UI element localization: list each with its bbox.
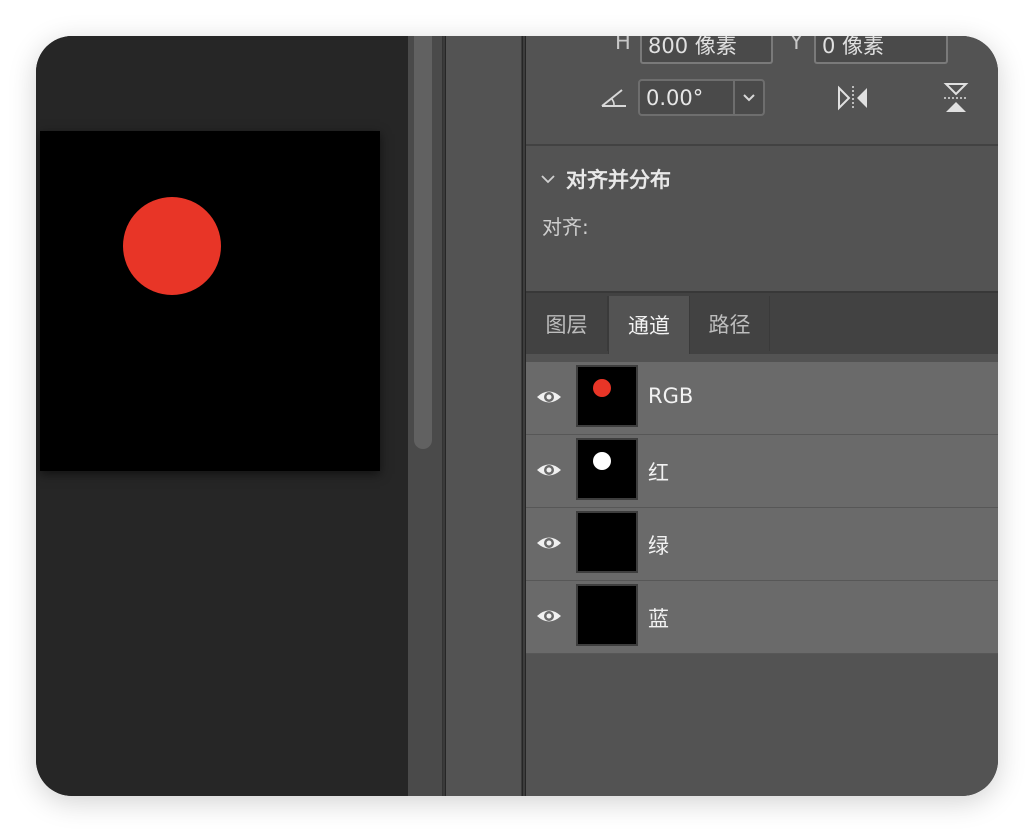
channel-row-red[interactable]: 红 xyxy=(526,435,998,508)
channel-row-green[interactable]: 绿 xyxy=(526,508,998,581)
red-circle-shape[interactable] xyxy=(123,197,221,295)
channel-name: 红 xyxy=(648,461,669,485)
document-canvas-area[interactable] xyxy=(36,36,408,796)
section-divider xyxy=(526,144,998,146)
flip-horizontal-icon[interactable] xyxy=(836,84,870,116)
scrollbar-thumb[interactable] xyxy=(414,36,432,449)
canvas-scrollbar[interactable] xyxy=(408,36,443,796)
panel-tabs: 图层 通道 路径 xyxy=(526,291,998,354)
channel-name: 绿 xyxy=(648,534,669,558)
channel-thumbnail xyxy=(576,438,638,500)
tab-layers[interactable]: 图层 xyxy=(526,296,608,351)
rotation-angle-dropdown[interactable]: 0.00° xyxy=(638,79,765,116)
panel-dock-column xyxy=(446,36,522,796)
y-label: Y xyxy=(790,36,803,54)
channel-row-rgb[interactable]: RGB xyxy=(526,362,998,435)
eye-icon[interactable] xyxy=(536,605,562,627)
height-label: H xyxy=(615,36,631,54)
eye-icon[interactable] xyxy=(536,459,562,481)
app-window: H 800 像素 Y 0 像素 0.00° 对齐并分布 对齐: 图层 通道 路径… xyxy=(36,36,998,796)
align-distribute-header[interactable]: 对齐并分布 xyxy=(540,164,671,194)
channel-thumbnail xyxy=(576,584,638,646)
y-field[interactable]: 0 像素 xyxy=(814,36,948,64)
height-field[interactable]: 800 像素 xyxy=(640,36,773,64)
panel-divider xyxy=(523,36,525,796)
tab-paths[interactable]: 路径 xyxy=(690,296,770,351)
properties-panel: H 800 像素 Y 0 像素 0.00° 对齐并分布 对齐: 图层 通道 路径… xyxy=(526,36,998,796)
flip-vertical-icon[interactable] xyxy=(942,81,970,119)
document-canvas[interactable] xyxy=(40,131,380,471)
channel-row-blue[interactable]: 蓝 xyxy=(526,581,998,654)
thumbnail-dot xyxy=(593,379,611,397)
channel-name: RGB xyxy=(648,384,694,408)
channel-name: 蓝 xyxy=(648,607,669,631)
align-distribute-title: 对齐并分布 xyxy=(566,168,671,192)
chevron-down-icon[interactable] xyxy=(733,81,763,114)
channels-list: RGB 红 绿 蓝 xyxy=(526,362,998,654)
align-label: 对齐: xyxy=(542,215,589,239)
tab-channels[interactable]: 通道 xyxy=(608,296,690,354)
chevron-down-icon[interactable] xyxy=(540,174,556,184)
panel-divider xyxy=(443,36,445,796)
eye-icon[interactable] xyxy=(536,386,562,408)
channel-thumbnail xyxy=(576,511,638,573)
eye-icon[interactable] xyxy=(536,532,562,554)
thumbnail-dot xyxy=(593,452,611,470)
rotation-angle-input[interactable]: 0.00° xyxy=(646,86,703,110)
angle-icon xyxy=(600,86,628,114)
channel-thumbnail xyxy=(576,365,638,427)
